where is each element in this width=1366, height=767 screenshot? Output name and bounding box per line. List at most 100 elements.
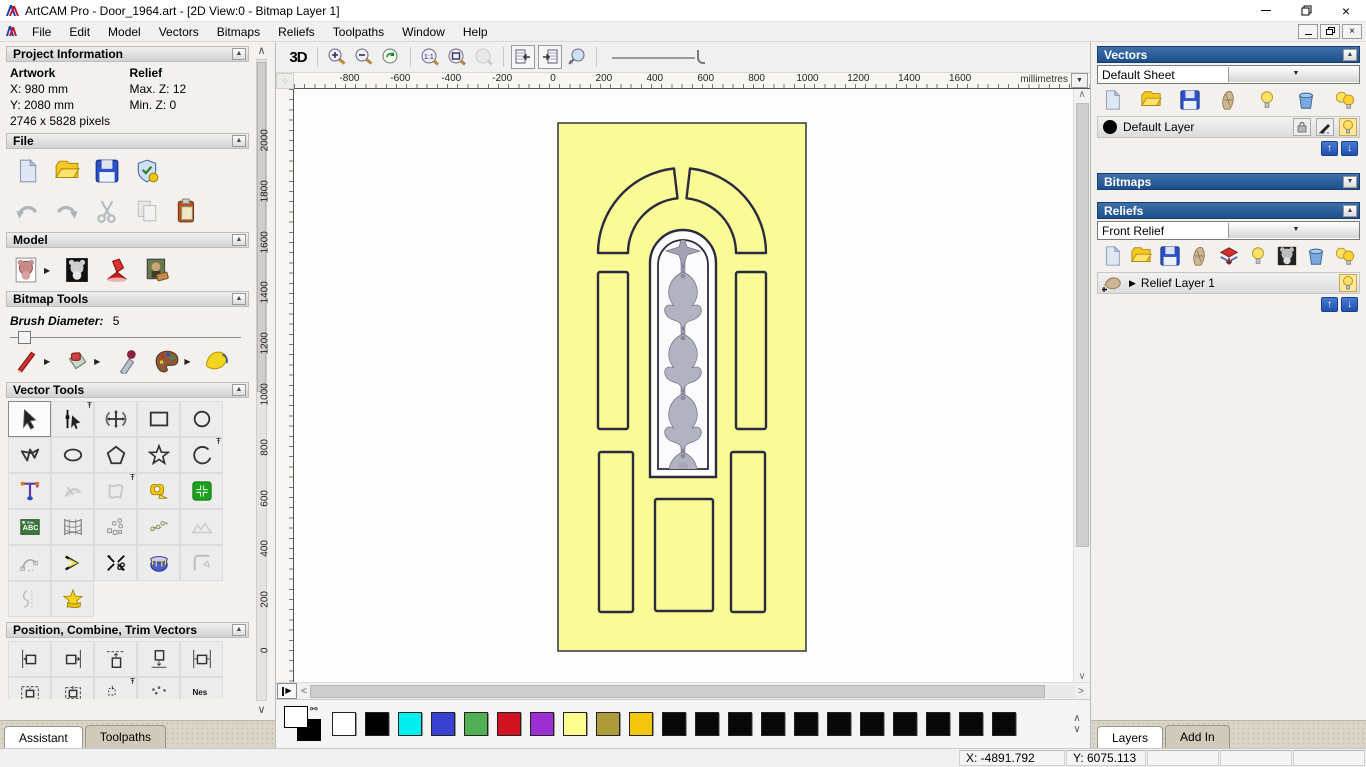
chevron-down-icon[interactable]: ▼ [1228,223,1359,238]
nesting-points-button[interactable] [137,509,180,545]
create-polygon-button[interactable] [94,437,137,473]
open-file-icon[interactable] [54,158,80,184]
relief-layer-row[interactable]: ▶ Relief Layer 1 [1097,272,1360,294]
text-block-button[interactable]: ABC [8,509,51,545]
colour-swatch[interactable] [794,712,818,736]
colour-swatch[interactable] [761,712,785,736]
menu-item[interactable]: Help [454,23,497,41]
menu-item[interactable]: Bitmaps [208,23,269,41]
menu-item[interactable]: Edit [60,23,99,41]
nesting-button[interactable]: Nes [180,677,223,699]
vector-sheet-select[interactable]: Default Sheet ▼ [1097,65,1360,84]
align-centers-button[interactable] [51,677,94,699]
pick-colour-icon[interactable] [114,348,140,374]
zoom-fit-button[interactable] [445,45,469,69]
copy-icon[interactable] [134,198,160,224]
colour-swatch[interactable] [893,712,917,736]
delete-layer-icon[interactable] [1295,89,1317,111]
tab-toolpaths[interactable]: Toolpaths [84,725,167,748]
menu-item[interactable]: Reliefs [269,23,324,41]
close-button[interactable]: × [1326,0,1366,21]
redo-icon[interactable] [54,198,80,224]
collapse-section-button[interactable]: ▲ [232,624,246,636]
door-design[interactable] [557,122,807,652]
save-layer-icon[interactable] [1179,89,1201,111]
menu-item[interactable]: Window [393,23,454,41]
trim-vectors-button[interactable] [94,545,137,581]
mdi-minimize-button[interactable] [1298,24,1318,39]
scroll-down-icon[interactable]: ∨ [257,703,265,716]
move-layer-down-button[interactable]: ↓ [1341,297,1358,312]
add-vector-button[interactable] [180,473,223,509]
new-layer-icon[interactable] [1101,89,1123,111]
measure-button[interactable] [137,473,180,509]
create-circle-button[interactable] [180,401,223,437]
canvas-horizontal-scrollbar[interactable]: < > [301,684,1084,699]
brush-diameter-slider[interactable] [10,330,241,344]
weave-vectors-button[interactable] [137,545,180,581]
palette-scrollbar[interactable]: ∧ ∨ [1066,713,1088,735]
load-bitmap-icon[interactable] [144,257,170,283]
menu-item[interactable]: Toolpaths [324,23,393,41]
new-layer-icon[interactable] [1101,245,1123,267]
bulb-icon[interactable] [1339,118,1357,136]
create-ellipse-button[interactable] [51,437,94,473]
colour-swatch[interactable] [827,712,851,736]
collapse-section-button[interactable]: ▲ [232,48,246,60]
scrollbar-thumb[interactable] [1075,103,1089,547]
toggle-bitmap-visibility-button[interactable] [511,45,535,69]
colour-swatch[interactable] [464,712,488,736]
zoom-out-button[interactable] [352,45,376,69]
bulb-icon[interactable] [1339,274,1357,292]
restore-button[interactable] [1286,0,1326,21]
primary-colour-swatch[interactable] [284,706,308,728]
offset-button[interactable] [8,581,51,617]
colour-swatch[interactable] [695,712,719,736]
create-polyline-button[interactable] [8,437,51,473]
join-vectors-button[interactable] [51,545,94,581]
ruler-unit-dropdown[interactable]: ▼ [1071,73,1088,88]
toggle-visibility-icon[interactable] [1256,89,1278,111]
layer-colour-swatch[interactable] [1102,119,1118,135]
align-top-button[interactable] [94,641,137,677]
collapse-section-button[interactable]: ▲ [232,293,246,305]
adjust-model-icon[interactable] [14,257,40,283]
colour-swatch[interactable] [530,712,554,736]
colour-swatch[interactable] [629,712,653,736]
align-bottom-button[interactable] [137,641,180,677]
colour-swatch[interactable] [596,712,620,736]
collapse-section-button[interactable]: ▲ [232,234,246,246]
paint-bucket-icon[interactable] [64,348,90,374]
pane-toggle-button[interactable]: ▶ [277,683,297,699]
colour-swatch[interactable] [563,712,587,736]
zoom-1to1-button[interactable]: 1:1 [418,45,442,69]
flood-fill-icon[interactable] [204,348,230,374]
paste-icon[interactable] [174,198,200,224]
paint-brush-icon[interactable] [14,348,40,374]
primary-secondary-colour[interactable]: ⚯ [284,704,324,742]
vector-layer-row[interactable]: Default Layer [1097,116,1360,138]
tab-layers[interactable]: Layers [1097,726,1164,748]
scroll-up-icon[interactable]: ∧ [257,44,265,57]
lighting-icon[interactable] [104,257,130,283]
scroll-down-icon[interactable]: ∨ [1078,671,1085,682]
merge-layers-icon[interactable] [1217,89,1239,111]
menu-item[interactable]: Vectors [150,23,208,41]
menu-item[interactable]: Model [99,23,150,41]
cut-icon[interactable] [94,198,120,224]
zoom-in-button[interactable] [325,45,349,69]
drawing-canvas[interactable] [294,89,1073,682]
colour-swatch[interactable] [992,712,1016,736]
license-icon[interactable] [134,158,160,184]
zoom-object-button[interactable] [472,45,496,69]
snap-pen-icon[interactable] [1316,118,1334,136]
move-layer-up-button[interactable]: ↑ [1321,141,1338,156]
toggle-3d-view-button[interactable]: 3D [286,45,310,69]
undo-icon[interactable] [14,198,40,224]
save-layer-icon[interactable] [1159,245,1181,267]
preview-button[interactable] [565,45,589,69]
chevron-down-icon[interactable]: ▼ [1228,67,1359,82]
scrollbar-thumb[interactable] [309,684,1045,698]
node-editing-button[interactable]: Ŧ [51,401,94,437]
vector-doctor-button[interactable] [51,581,94,617]
